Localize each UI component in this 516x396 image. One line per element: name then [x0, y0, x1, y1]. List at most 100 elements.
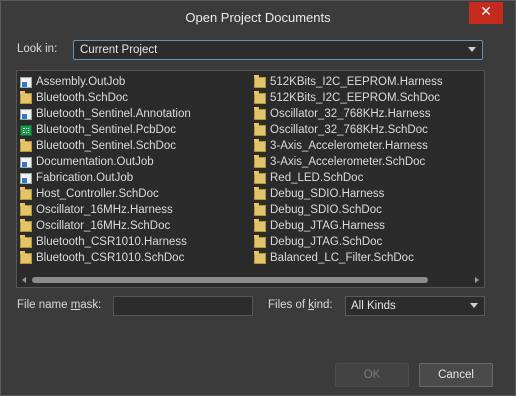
scrollbar-thumb[interactable]	[32, 277, 428, 283]
file-column-1: Assembly.OutJob Bluetooth.SchDoc Bluetooth…	[20, 74, 191, 266]
file-item[interactable]: Host_Controller.SchDoc	[20, 186, 191, 202]
harness-icon	[254, 106, 266, 120]
harness-icon	[20, 202, 32, 216]
file-column-2: 512KBits_I2C_EEPROM.Harness 512KBits_I2C_…	[254, 74, 443, 266]
files-of-kind-label-pre: Files of	[268, 299, 309, 311]
schdoc-icon	[254, 202, 266, 216]
files-of-kind-dropdown[interactable]: All Kinds	[345, 296, 485, 316]
file-item-label: Debug_JTAG.SchDoc	[270, 236, 383, 248]
file-item-label: Fabrication.OutJob	[36, 172, 134, 184]
schdoc-icon	[20, 250, 32, 264]
chevron-down-icon	[470, 303, 478, 308]
file-item-label: Bluetooth.SchDoc	[36, 92, 129, 104]
file-item[interactable]: Oscillator_16MHz.SchDoc	[20, 218, 191, 234]
file-item-label: Bluetooth_Sentinel.PcbDoc	[36, 124, 177, 136]
file-item[interactable]: 512KBits_I2C_EEPROM.SchDoc	[254, 90, 443, 106]
close-icon: ✕	[480, 4, 492, 20]
harness-icon	[254, 186, 266, 200]
file-item[interactable]: Bluetooth_Sentinel.PcbDoc	[20, 122, 191, 138]
file-item[interactable]: 3-Axis_Accelerometer.Harness	[254, 138, 443, 154]
files-of-kind-value: All Kinds	[351, 300, 396, 312]
scroll-left-icon[interactable]	[22, 277, 26, 283]
file-item[interactable]: Debug_JTAG.SchDoc	[254, 234, 443, 250]
file-list[interactable]: Assembly.OutJob Bluetooth.SchDoc Bluetooth…	[16, 70, 485, 288]
file-name-mask-input[interactable]	[113, 296, 253, 316]
file-item-label: Oscillator_16MHz.SchDoc	[36, 220, 171, 232]
file-item[interactable]: Red_LED.SchDoc	[254, 170, 443, 186]
file-item[interactable]: 3-Axis_Accelerometer.SchDoc	[254, 154, 443, 170]
file-name-mask-label-accel: m	[70, 299, 81, 311]
schdoc-icon	[20, 138, 32, 152]
outjob-icon	[20, 76, 32, 88]
outjob-icon	[20, 156, 32, 168]
file-item-label: Oscillator_32_768KHz.Harness	[270, 108, 431, 120]
file-item[interactable]: Bluetooth_Sentinel.SchDoc	[20, 138, 191, 154]
ok-button[interactable]: OK	[335, 363, 409, 387]
file-item-label: Assembly.OutJob	[36, 76, 126, 88]
harness-icon	[254, 218, 266, 232]
harness-icon	[20, 234, 32, 248]
file-item-label: Debug_SDIO.Harness	[270, 188, 385, 200]
close-button[interactable]: ✕	[469, 2, 503, 24]
file-item-label: Debug_SDIO.SchDoc	[270, 204, 382, 216]
file-item-label: Host_Controller.SchDoc	[36, 188, 159, 200]
open-project-documents-dialog: Open Project Documents ✕ Look in: Curren…	[0, 0, 516, 396]
look-in-dropdown[interactable]: Current Project	[73, 40, 483, 60]
file-item[interactable]: Debug_SDIO.SchDoc	[254, 202, 443, 218]
file-item-label: Bluetooth_Sentinel.SchDoc	[36, 140, 177, 152]
schdoc-icon	[20, 218, 32, 232]
file-item-label: Red_LED.SchDoc	[270, 172, 364, 184]
schdoc-icon	[20, 90, 32, 104]
file-item[interactable]: Bluetooth.SchDoc	[20, 90, 191, 106]
file-item-label: Debug_JTAG.Harness	[270, 220, 385, 232]
schdoc-icon	[254, 154, 266, 168]
schdoc-icon	[254, 234, 266, 248]
dialog-title: Open Project Documents	[185, 10, 331, 25]
file-item[interactable]: Oscillator_16MHz.Harness	[20, 202, 191, 218]
file-item-label: Balanced_LC_Filter.SchDoc	[270, 252, 414, 264]
schdoc-icon	[254, 90, 266, 104]
files-of-kind-label-post: ind:	[314, 299, 333, 311]
scroll-right-icon[interactable]	[475, 277, 479, 283]
file-name-mask-label: File name mask:	[17, 299, 101, 311]
file-item[interactable]: Documentation.OutJob	[20, 154, 191, 170]
schdoc-icon	[254, 170, 266, 184]
file-item[interactable]: Bluetooth_CSR1010.Harness	[20, 234, 191, 250]
file-item[interactable]: Balanced_LC_Filter.SchDoc	[254, 250, 443, 266]
harness-icon	[254, 74, 266, 88]
file-item[interactable]: Assembly.OutJob	[20, 74, 191, 90]
file-item[interactable]: Debug_JTAG.Harness	[254, 218, 443, 234]
file-item-label: Bluetooth_Sentinel.Annotation	[36, 108, 191, 120]
chevron-down-icon	[468, 47, 476, 52]
file-item[interactable]: Oscillator_32_768KHz.SchDoc	[254, 122, 443, 138]
file-item-label: 3-Axis_Accelerometer.Harness	[270, 140, 428, 152]
files-of-kind-label: Files of kind:	[268, 299, 333, 311]
schdoc-icon	[20, 186, 32, 200]
file-name-mask-label-post: ask:	[80, 299, 102, 311]
file-item-label: Bluetooth_CSR1010.SchDoc	[36, 252, 185, 264]
file-item-label: Oscillator_16MHz.Harness	[36, 204, 173, 216]
file-item[interactable]: Fabrication.OutJob	[20, 170, 191, 186]
file-item-label: 512KBits_I2C_EEPROM.SchDoc	[270, 92, 441, 104]
pcbdoc-icon	[20, 124, 32, 136]
schdoc-icon	[254, 250, 266, 264]
outjob-icon	[20, 172, 32, 184]
horizontal-scrollbar[interactable]	[18, 274, 483, 286]
document-icon	[20, 108, 32, 120]
file-item-label: 512KBits_I2C_EEPROM.Harness	[270, 76, 443, 88]
look-in-value: Current Project	[80, 44, 158, 56]
file-item[interactable]: Oscillator_32_768KHz.Harness	[254, 106, 443, 122]
file-item-label: Bluetooth_CSR1010.Harness	[36, 236, 187, 248]
file-item-label: 3-Axis_Accelerometer.SchDoc	[270, 156, 426, 168]
harness-icon	[254, 138, 266, 152]
title-bar: Open Project Documents ✕	[1, 1, 515, 33]
file-item[interactable]: Debug_SDIO.Harness	[254, 186, 443, 202]
file-name-mask-label-pre: File name	[17, 299, 71, 311]
file-item-label: Oscillator_32_768KHz.SchDoc	[270, 124, 428, 136]
file-item[interactable]: Bluetooth_Sentinel.Annotation	[20, 106, 191, 122]
file-item[interactable]: Bluetooth_CSR1010.SchDoc	[20, 250, 191, 266]
file-item[interactable]: 512KBits_I2C_EEPROM.Harness	[254, 74, 443, 90]
cancel-button[interactable]: Cancel	[419, 363, 493, 387]
file-item-label: Documentation.OutJob	[36, 156, 154, 168]
schdoc-icon	[254, 122, 266, 136]
